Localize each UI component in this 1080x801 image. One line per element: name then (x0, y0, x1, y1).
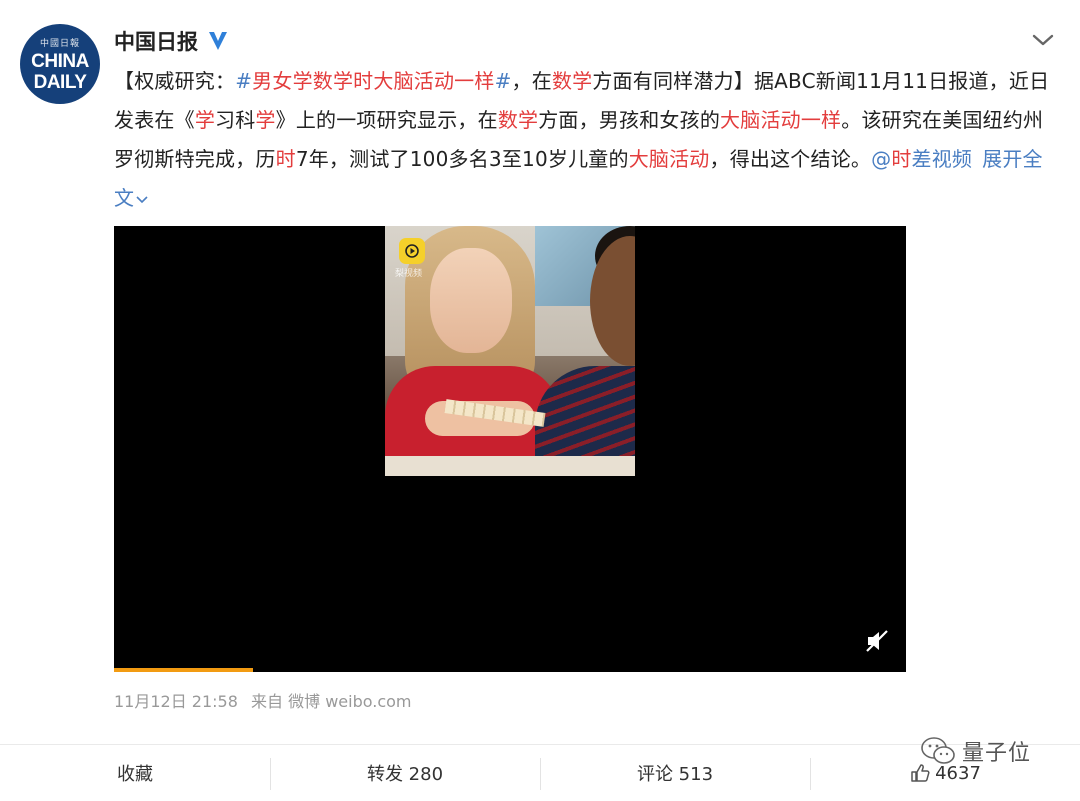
avatar-line-2: DAILY (33, 71, 87, 93)
highlighted-keyword: 数学 (497, 108, 539, 132)
avatar-small-text: 中國日報 (39, 38, 80, 49)
verified-icon (209, 32, 227, 50)
highlighted-keyword: 学 (255, 108, 276, 132)
post-text-segment: 7年，测试了100多名3至10岁儿童的 (295, 147, 629, 171)
post-text-segment: 》上的一项研究显示，在 (275, 108, 498, 132)
post-text-segment: 方面，男孩和女孩的 (538, 108, 721, 132)
author-header: 中国日报 (114, 26, 230, 56)
video-progress-bar[interactable] (114, 668, 253, 672)
chevron-down-icon (136, 195, 148, 203)
post-text: 【权威研究：#男女学数学时大脑活动一样#，在数学方面有同样潜力】据ABC新闻11… (114, 62, 1054, 218)
video-frame-image: 梨视频 (385, 226, 635, 476)
brand-name: 量子位 (962, 741, 1032, 766)
post-text-content: 【权威研究：#男女学数学时大脑活动一样#，在数学方面有同样潜力】据ABC新闻11… (114, 69, 1049, 171)
favorite-label: 收藏 (117, 764, 153, 785)
post-text-segment: 【权威研究： (114, 69, 236, 93)
comment-button[interactable]: 评论 513 (540, 745, 810, 801)
highlighted-keyword: 学 (194, 108, 216, 132)
post-text-segment: ，得出这个结论。 (709, 147, 872, 171)
video-watermark-text: 梨视频 (395, 269, 423, 279)
highlighted-keyword: 大脑活动一样 (720, 108, 842, 132)
repost-label: 转发 280 (366, 764, 444, 785)
highlighted-keyword: 时 (275, 147, 296, 171)
highlighted-keyword: 数学 (551, 69, 593, 93)
mute-icon[interactable] (864, 628, 890, 654)
post-meta: 11月12日 21:58 来自 微博 weibo.com (114, 688, 412, 712)
post-source: 来自 微博 weibo.com (251, 692, 412, 711)
video-player[interactable]: 梨视频 (114, 226, 906, 672)
repost-button[interactable]: 转发 280 (270, 745, 540, 801)
chevron-down-icon[interactable] (1030, 30, 1056, 50)
hashtag-mark[interactable]: # (235, 69, 252, 93)
action-bar: 收藏 转发 280 评论 513 4637 (0, 744, 1080, 801)
author-name[interactable]: 中国日报 (114, 26, 198, 56)
avatar-line-1: CHINA (31, 50, 89, 72)
mention-link[interactable]: @ (871, 147, 891, 171)
brand-watermark: 量子位 (920, 735, 1031, 767)
author-avatar[interactable]: 中國日報 CHINA DAILY (20, 24, 100, 104)
highlighted-keyword: 时 (891, 147, 912, 171)
mention-link[interactable]: 差视频 (912, 147, 973, 171)
post-text-segment: 习科 (215, 108, 256, 132)
highlighted-keyword: 男女学数学时大脑活动一样 (252, 69, 495, 93)
post-timestamp[interactable]: 11月12日 21:58 (114, 692, 238, 711)
highlighted-keyword: 大脑活动 (628, 147, 710, 171)
wechat-icon (921, 737, 955, 764)
post-text-segment: ，在 (511, 69, 552, 93)
comment-label: 评论 513 (636, 764, 714, 785)
video-watermark-logo-icon (399, 238, 425, 264)
favorite-button[interactable]: 收藏 (0, 745, 270, 801)
hashtag-mark[interactable]: # (495, 69, 512, 93)
